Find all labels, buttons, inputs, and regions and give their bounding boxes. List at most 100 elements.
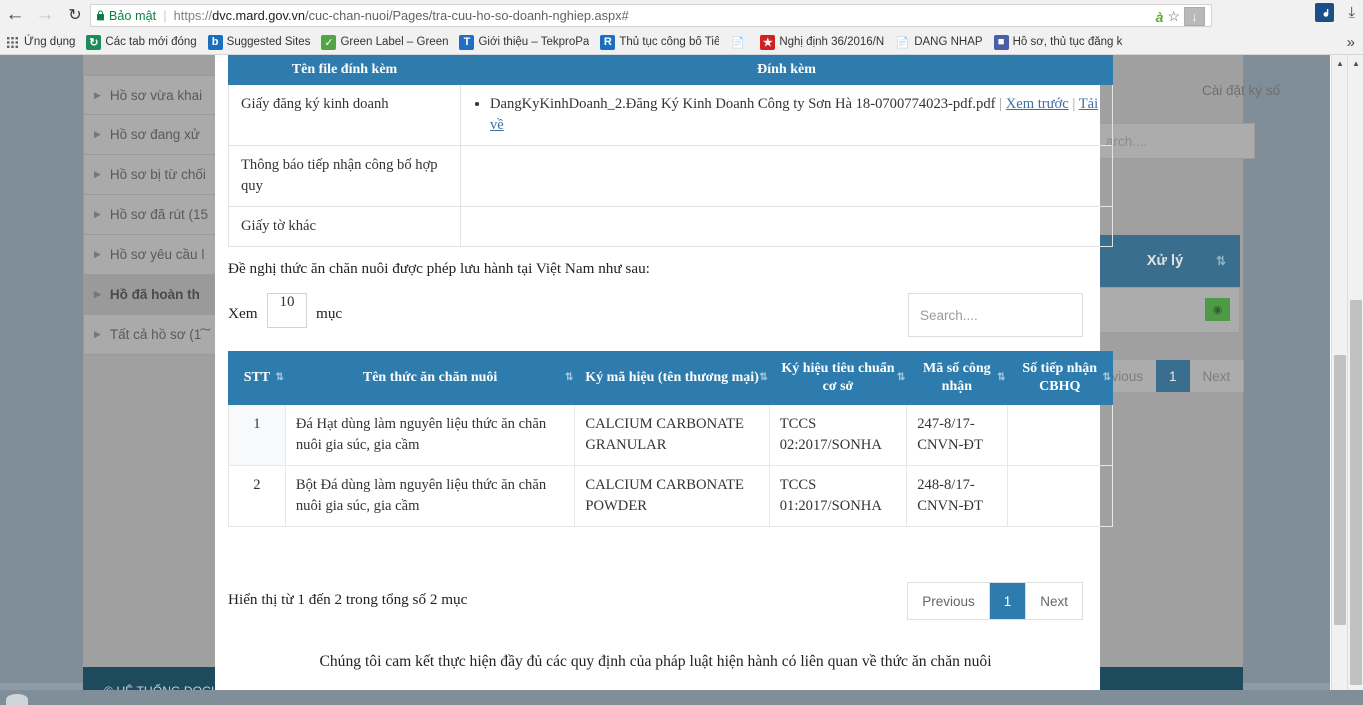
bookmark-green-label[interactable]: ✓ Green Label – Green F <box>321 34 449 50</box>
attachments-table: Tên file đính kèm Đính kèm Giấy đăng ký … <box>228 55 1113 247</box>
background-search-input[interactable]: arch.... <box>1095 123 1255 159</box>
forward-button[interactable]: → <box>30 0 60 30</box>
cell-so-tiep-nhan <box>1006 465 1113 527</box>
intro-text: Đề nghị thức ăn chăn nuôi được phép lưu … <box>228 260 650 277</box>
bing-icon: b <box>207 34 223 50</box>
bookmark-label: Hồ sơ, thủ tục đăng k <box>1012 36 1123 48</box>
sidebar-item-tat-ca-ho-so[interactable]: ▶ Tất cả hồ sơ (1͠ <box>83 315 223 355</box>
bookmark-label: Green Label – Green F <box>340 36 449 48</box>
sort-icon[interactable]: ⇅ <box>997 369 1006 387</box>
sidebar-item-ho-so-yeu-cau[interactable]: ▶ Hồ sơ yêu cầu l <box>83 235 223 275</box>
col-label: Tên thức ăn chăn nuôi <box>362 370 498 385</box>
col-ky-ma-hieu[interactable]: Ký mã hiệu (tên thương mại) ⇅ <box>574 351 770 405</box>
green-check-icon: ✓ <box>321 34 337 50</box>
translate-icon[interactable]: à <box>1156 9 1164 25</box>
outer-scrollbar[interactable]: ▲ ▼ <box>1347 55 1363 705</box>
pagination-page-1[interactable]: 1 <box>988 583 1026 619</box>
bookmark-nghi-dinh[interactable]: ★ Nghị định 36/2016/N <box>760 34 884 50</box>
inner-scrollbar[interactable]: ▲ ▼ <box>1331 55 1347 705</box>
start-button[interactable] <box>6 694 28 705</box>
digital-signature-settings-link[interactable]: Cài đặt ký số <box>1100 83 1280 98</box>
page-left-gutter <box>0 55 83 683</box>
col-so-tiep-nhan-cbhq[interactable]: Số tiếp nhận CBHQ ⇅ <box>1006 351 1113 405</box>
view-eye-icon[interactable]: ◉ <box>1205 298 1230 321</box>
background-pagination-page-1[interactable]: 1 <box>1156 360 1190 392</box>
cell-ky-hieu-tieu-chuan: TCCS 01:2017/SONHA <box>768 465 908 527</box>
downloads-icon[interactable]: ⤓ <box>1348 4 1355 21</box>
reload-button[interactable]: ↻ <box>60 0 90 30</box>
bookmark-recent-tabs[interactable]: ↻ Các tab mới đóng <box>86 34 197 50</box>
search-input[interactable]: Search.... <box>908 293 1083 337</box>
attachment-files <box>460 206 1113 247</box>
bookmark-label: Ứng dụng <box>24 36 76 48</box>
chevron-right-icon: ▶ <box>94 89 101 100</box>
page-icon: 📄 <box>895 36 910 49</box>
table-row: Thông báo tiếp nhận công bố hợp quy <box>228 145 1113 207</box>
sidebar-item-label: Hồ sơ đang xử <box>109 127 200 142</box>
scrollbar-thumb[interactable] <box>1350 300 1362 685</box>
bookmark-thu-tuc-cong-bo[interactable]: R Thủ tục công bố Tiêu <box>600 34 719 50</box>
sidebar-item-ho-so-da-rut[interactable]: ▶ Hồ sơ đã rút (15 <box>83 195 223 235</box>
pagination-previous[interactable]: Previous <box>908 583 989 619</box>
attachment-filename: DangKyKinhDoanh_2.Đăng Ký Kinh Doanh Côn… <box>490 96 996 112</box>
sort-icon[interactable]: ⇅ <box>565 369 574 387</box>
page-right-gutter <box>1243 55 1330 683</box>
sort-icon[interactable]: ⇅ <box>759 369 768 387</box>
address-bar[interactable]: Bảo mật | https://dvc.mard.gov.vn/cuc-ch… <box>90 4 1212 27</box>
col-label: Số tiếp nhận CBHQ <box>1022 361 1098 394</box>
bookmark-apps[interactable]: Ứng dụng <box>5 35 75 50</box>
lock-icon <box>96 10 105 21</box>
bookmark-tekpro[interactable]: T Giới thiệu – TekproPa <box>459 34 589 50</box>
pagination-next[interactable]: Next <box>1025 583 1082 619</box>
omnibox-actions: à ☆ ↓ <box>1156 7 1205 26</box>
page-viewport: ▶ Hồ sơ vừa khai ▶ Hồ sơ đang xử ▶ Hồ sơ… <box>0 55 1363 705</box>
scroll-up-icon[interactable]: ▲ <box>1332 55 1348 71</box>
length-select[interactable]: 10 <box>267 293 307 328</box>
list-item: DangKyKinhDoanh_2.Đăng Ký Kinh Doanh Côn… <box>490 94 1100 136</box>
attachments-table-head: Tên file đính kèm Đính kèm <box>228 55 1113 85</box>
detail-modal: Tên file đính kèm Đính kèm Giấy đăng ký … <box>215 55 1113 705</box>
cell-so-tiep-nhan <box>1006 404 1113 466</box>
bookmark-label: DANG NHAP <box>914 36 983 48</box>
sidebar-item-ho-da-hoan-thanh[interactable]: ▶ Hồ đã hoàn th <box>83 275 223 315</box>
attachment-files: DangKyKinhDoanh_2.Đăng Ký Kinh Doanh Côn… <box>460 84 1113 146</box>
bookmark-dang-nhap[interactable]: 📄 DANG NHAP <box>895 35 983 50</box>
page-icon: 📄 <box>730 36 745 49</box>
feed-products-table: STT ⇅ Tên thức ăn chăn nuôi ⇅ Ký mã hiệu (… <box>228 351 1113 527</box>
bookmark-star-icon[interactable]: ☆ <box>1167 8 1180 25</box>
link-separator: | <box>1072 96 1076 112</box>
bookmarks-overflow-icon[interactable]: » <box>1347 34 1355 51</box>
background-pagination: evious 1 Next <box>1090 359 1245 393</box>
url-separator: | <box>163 8 167 23</box>
background-pagination-next[interactable]: Next <box>1190 360 1244 392</box>
scroll-up-icon[interactable]: ▲ <box>1348 55 1363 71</box>
scrollbar-thumb[interactable] <box>1334 355 1346 625</box>
cell-ky-hieu-tieu-chuan: TCCS 02:2017/SONHA <box>768 404 908 466</box>
preview-link[interactable]: Xem trước <box>1006 96 1069 112</box>
url-text: https://dvc.mard.gov.vn/cuc-chan-nuoi/Pa… <box>174 8 629 23</box>
bookmark-label: Suggested Sites <box>226 36 311 48</box>
back-button[interactable]: ← <box>0 0 30 30</box>
sidebar-item-ho-so-dang-xu-ly[interactable]: ▶ Hồ sơ đang xử <box>83 115 223 155</box>
download-chip-icon[interactable]: ↓ <box>1184 7 1205 26</box>
length-label: Xem <box>228 305 258 322</box>
seal-icon: ★ <box>760 34 776 50</box>
col-ten-thuc-an[interactable]: Tên thức ăn chăn nuôi ⇅ <box>284 351 576 405</box>
col-ky-hieu-tieu-chuan[interactable]: Ký hiệu tiêu chuẩn cơ sở ⇅ <box>768 351 908 405</box>
col-stt[interactable]: STT ⇅ <box>228 351 286 405</box>
extension-icon[interactable] <box>1315 3 1335 22</box>
cell-ma-so-cong-nhan: 247-8/17-CNVN-ĐT <box>906 404 1008 466</box>
url-host: dvc.mard.gov.vn <box>212 8 306 23</box>
sort-icon[interactable]: ⇅ <box>897 369 906 387</box>
col-ma-so-cong-nhan[interactable]: Mã số công nhận ⇅ <box>906 351 1008 405</box>
bookmark-suggested-sites[interactable]: b Suggested Sites <box>207 34 311 50</box>
sort-icon[interactable]: ⇅ <box>1103 369 1112 387</box>
sidebar-item-ho-so-vua-khai[interactable]: ▶ Hồ sơ vừa khai <box>83 75 223 115</box>
sidebar-item-ho-so-bi-tu-choi[interactable]: ▶ Hồ sơ bị từ chối <box>83 155 223 195</box>
sort-icon[interactable]: ⇅ <box>1216 254 1226 268</box>
sidebar-item-label: Hồ sơ bị từ chối <box>109 167 206 182</box>
sort-icon[interactable]: ⇅ <box>275 369 284 387</box>
browser-chrome: ← → ↻ Bảo mật | https://dvc.mard.gov.vn/… <box>0 0 1363 55</box>
bookmark-blank-page[interactable]: 📄 <box>730 35 749 50</box>
bookmark-ho-so-thu-tuc[interactable]: ■ Hồ sơ, thủ tục đăng k <box>993 34 1123 50</box>
